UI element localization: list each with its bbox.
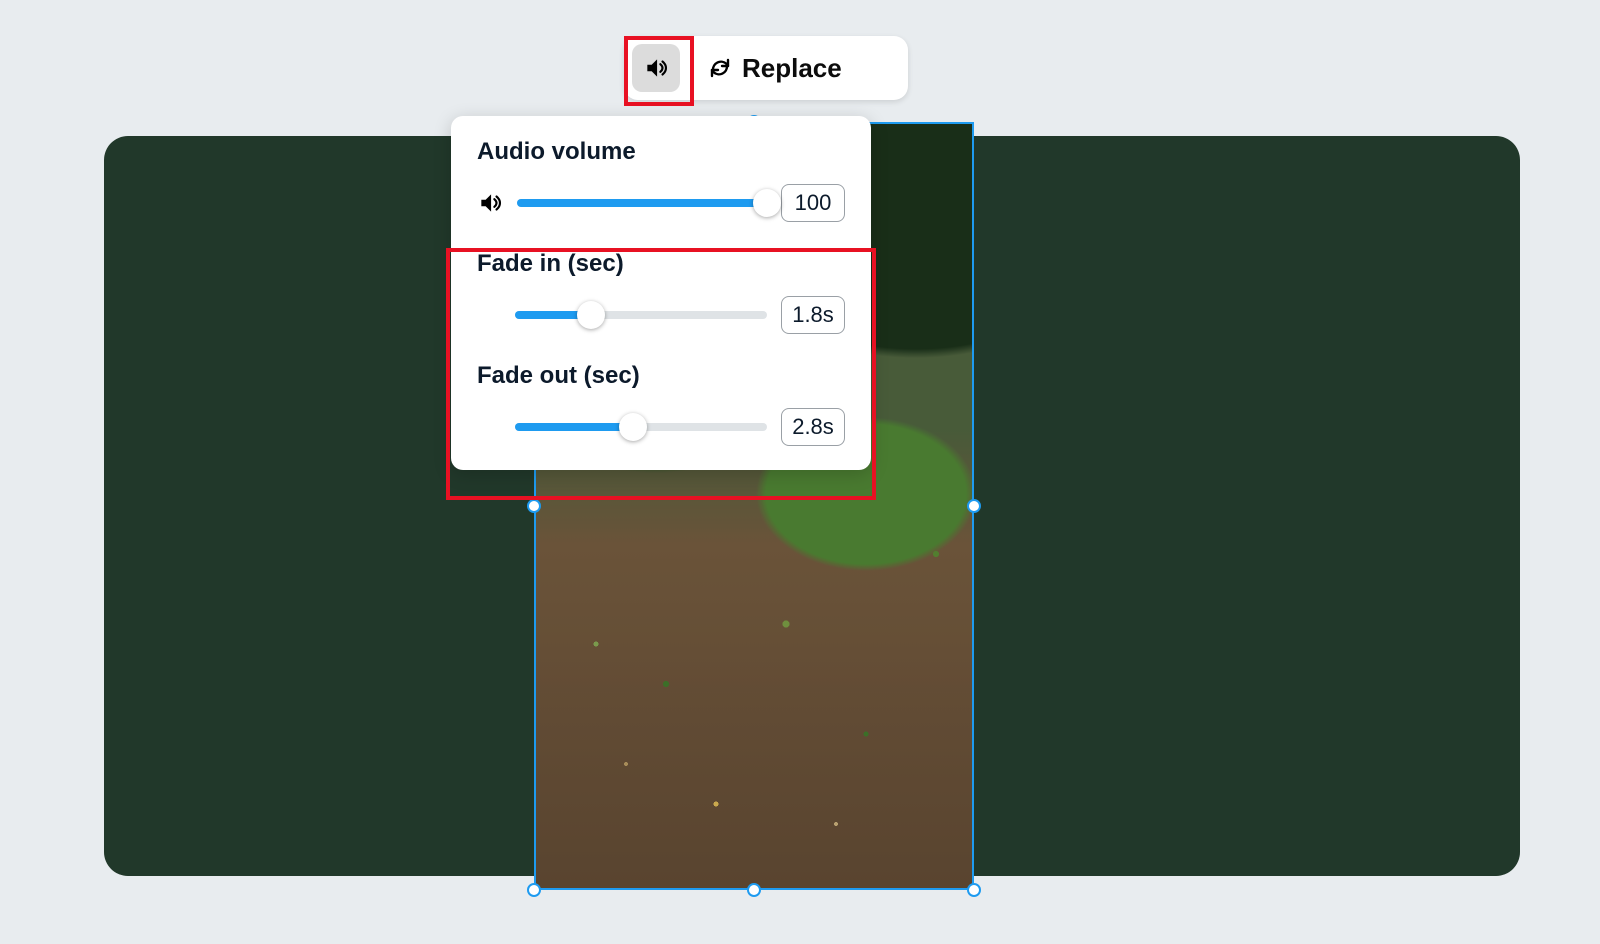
fade-out-title: Fade out (sec) bbox=[451, 362, 871, 390]
refresh-icon bbox=[708, 56, 732, 80]
context-toolbar: Replace bbox=[624, 36, 908, 100]
fade-out-value[interactable]: 2.8s bbox=[781, 408, 845, 446]
selection-handle[interactable] bbox=[967, 883, 981, 897]
slider-thumb[interactable] bbox=[753, 189, 781, 217]
replace-button[interactable]: Replace bbox=[690, 53, 848, 84]
selection-handle[interactable] bbox=[747, 883, 761, 897]
replace-label: Replace bbox=[742, 53, 842, 84]
slider-thumb[interactable] bbox=[619, 413, 647, 441]
volume-slider[interactable] bbox=[517, 189, 767, 217]
volume-title: Audio volume bbox=[451, 138, 871, 166]
audio-settings-button[interactable] bbox=[632, 44, 680, 92]
fade-in-title: Fade in (sec) bbox=[451, 250, 871, 278]
audio-settings-popover: Audio volume 100 Fade in (sec) 1.8s Fade… bbox=[451, 116, 871, 470]
fade-in-slider[interactable] bbox=[515, 301, 767, 329]
fade-in-value[interactable]: 1.8s bbox=[781, 296, 845, 334]
selection-handle[interactable] bbox=[527, 499, 541, 513]
speaker-icon bbox=[643, 55, 669, 81]
selection-handle[interactable] bbox=[967, 499, 981, 513]
fade-out-slider[interactable] bbox=[515, 413, 767, 441]
volume-value[interactable]: 100 bbox=[781, 184, 845, 222]
selection-handle[interactable] bbox=[527, 883, 541, 897]
speaker-icon bbox=[477, 190, 503, 216]
slider-thumb[interactable] bbox=[577, 301, 605, 329]
